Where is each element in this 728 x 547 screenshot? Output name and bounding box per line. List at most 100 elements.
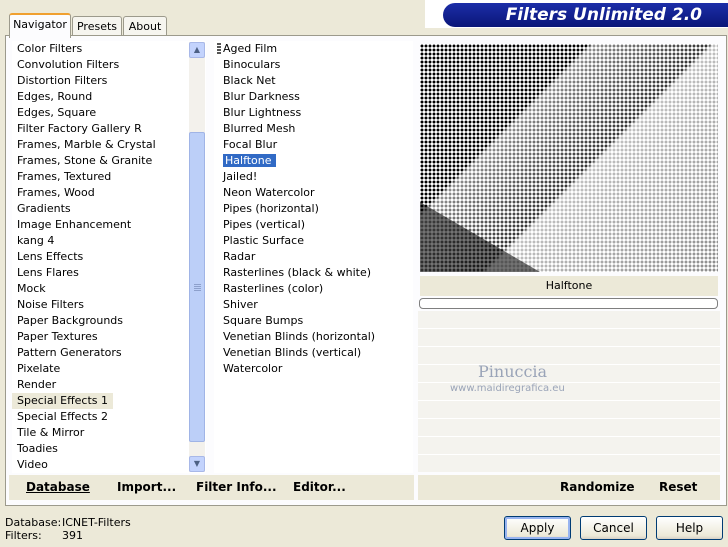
category-label: Pixelate [17,362,61,375]
filter-label: Aged Film [223,42,278,55]
watermark-site: www.maidiregrafica.eu [450,383,565,394]
filter-item[interactable]: Focal Blur [214,137,413,153]
filter-item[interactable]: Plastic Surface [214,233,413,249]
category-label: Image Enhancement [17,218,132,231]
apply-button[interactable]: Apply [504,516,571,540]
category-label: Frames, Wood [17,186,95,199]
filter-label: Blurred Mesh [223,122,296,135]
scroll-down-button[interactable]: ▼ [189,456,205,472]
filter-label: Jailed! [223,170,258,183]
category-item[interactable]: Distortion Filters [12,73,206,89]
category-item[interactable]: Edges, Round [12,89,206,105]
filter-item[interactable]: Halftone [214,153,413,169]
category-label: Frames, Marble & Crystal [17,138,156,151]
editor-button[interactable]: Editor... [293,475,346,500]
filter-label: Blur Lightness [223,106,302,119]
filter-item[interactable]: Black Net [214,73,413,89]
category-item[interactable]: Pattern Generators [12,345,206,361]
filter-item[interactable]: Venetian Blinds (horizontal) [214,329,413,345]
category-item[interactable]: Lens Effects [12,249,206,265]
category-item[interactable]: Lens Flares [12,265,206,281]
category-item[interactable]: Paper Textures [12,329,206,345]
filter-label: Binoculars [223,58,281,71]
category-item[interactable]: Mock [12,281,206,297]
category-item[interactable]: Tile & Mirror [12,425,206,441]
database-button[interactable]: Database [26,475,90,500]
filter-item[interactable]: Pipes (vertical) [214,217,413,233]
filter-item[interactable]: Rasterlines (black & white) [214,265,413,281]
category-label: Noise Filters [17,298,84,311]
filter-item[interactable]: Neon Watercolor [214,185,413,201]
reset-button[interactable]: Reset [659,475,697,500]
category-item[interactable]: Special Effects 2 [12,409,206,425]
filter-item[interactable]: Pipes (horizontal) [214,201,413,217]
category-item[interactable]: Paper Backgrounds [12,313,206,329]
cancel-button[interactable]: Cancel [580,516,647,540]
filter-label: Rasterlines (black & white) [223,266,372,279]
category-item[interactable]: Filter Factory Gallery R [12,121,206,137]
filter-label: Halftone [223,154,276,167]
progress-bar [419,298,718,309]
filter-item[interactable]: Jailed! [214,169,413,185]
filter-item[interactable]: Rasterlines (color) [214,281,413,297]
category-item[interactable]: Special Effects 1 [12,393,206,409]
scroll-up-button[interactable]: ▲ [189,42,205,58]
category-item[interactable]: Frames, Stone & Granite [12,153,206,169]
filter-item[interactable]: Blurred Mesh [214,121,413,137]
category-item[interactable]: Color Filters [12,41,206,57]
filter-item[interactable]: Square Bumps [214,313,413,329]
filter-label: Focal Blur [223,138,278,151]
category-item[interactable]: kang 4 [12,233,206,249]
database-label: Database: [5,516,62,529]
category-item[interactable]: Toadies [12,441,206,457]
filter-item[interactable]: Radar [214,249,413,265]
category-scrollbar[interactable]: ▲ ▼ [189,42,205,472]
category-item[interactable]: Image Enhancement [12,217,206,233]
category-label: Color Filters [17,42,83,55]
filter-label: Pipes (horizontal) [223,202,319,215]
category-item[interactable]: Convolution Filters [12,57,206,73]
category-label: Convolution Filters [17,58,120,71]
filter-label: Radar [223,250,256,263]
app-title: Filters Unlimited 2.0 [443,3,728,27]
filter-list[interactable]: Aged Film Binoculars Black Net Blur Darknes… [214,41,413,473]
category-label: Edges, Square [17,106,97,119]
title-banner: Filters Unlimited 2.0 [425,0,728,28]
filter-item[interactable]: Aged Film [214,41,413,57]
category-item[interactable]: Render [12,377,206,393]
filters-count-label: Filters: [5,529,42,542]
tab-navigator[interactable]: Navigator [9,13,71,38]
category-label: Mock [17,282,46,295]
help-button[interactable]: Help [656,516,723,540]
category-item[interactable]: Pixelate [12,361,206,377]
database-value: ICNET-Filters [62,516,131,529]
tab-about[interactable]: About [123,16,167,36]
category-item[interactable]: Frames, Textured [12,169,206,185]
category-item[interactable]: Frames, Marble & Crystal [12,137,206,153]
category-item[interactable]: Video [12,457,206,473]
tab-presets[interactable]: Presets [72,16,122,36]
category-item[interactable]: Edges, Square [12,105,206,121]
filter-info-button[interactable]: Filter Info... [196,475,277,500]
category-label: Special Effects 1 [12,393,114,409]
right-toolbar: Randomize Reset [418,475,720,500]
category-list[interactable]: Color Filters Convolution Filters Distorti… [12,41,206,473]
preview-shadow [420,202,540,272]
randomize-button[interactable]: Randomize [560,475,634,500]
filter-item[interactable]: Watercolor [214,361,413,377]
filter-item[interactable]: Shiver [214,297,413,313]
list-drag-handle [217,43,221,54]
scrollbar-thumb[interactable] [189,132,205,442]
filter-item[interactable]: Venetian Blinds (vertical) [214,345,413,361]
filter-item[interactable]: Blur Darkness [214,89,413,105]
category-label: kang 4 [17,234,55,247]
filter-item[interactable]: Binoculars [214,57,413,73]
category-item[interactable]: Noise Filters [12,297,206,313]
import-button[interactable]: Import... [117,475,176,500]
category-item[interactable]: Gradients [12,201,206,217]
filter-label: Blur Darkness [223,90,300,103]
category-item[interactable]: Frames, Wood [12,185,206,201]
category-label: Lens Effects [17,250,84,263]
category-label: Edges, Round [17,90,93,103]
filter-item[interactable]: Blur Lightness [214,105,413,121]
